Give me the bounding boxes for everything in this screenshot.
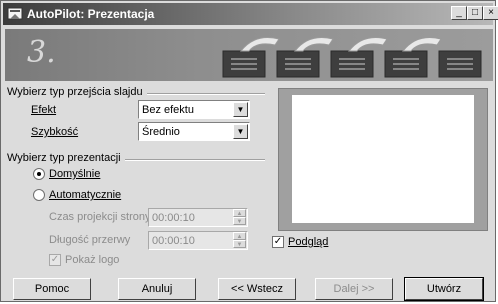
preview-pane: [278, 88, 488, 231]
auto-radio-label[interactable]: Automatycznie: [49, 189, 121, 201]
chevron-down-icon[interactable]: ▼: [233, 124, 248, 139]
show-logo-label: Pokaż logo: [65, 254, 120, 266]
close-button[interactable]: ×: [483, 6, 498, 20]
default-radio[interactable]: [33, 168, 45, 180]
presentation-section-title: Wybierz typ prezentacji: [7, 152, 125, 164]
page-time-label: Czas projekcji strony: [49, 211, 151, 223]
speed-value: Średnio: [142, 126, 180, 138]
preview-label[interactable]: Podgląd: [288, 236, 328, 248]
help-button[interactable]: Pomoc: [13, 278, 91, 300]
pause-spinner[interactable]: 00:00:10 ▲ ▼: [148, 231, 248, 250]
page-time-spinner[interactable]: 00:00:10 ▲ ▼: [148, 208, 248, 227]
effect-dropdown[interactable]: Bez efektu ▼: [138, 100, 250, 119]
next-button[interactable]: Dalej >>: [315, 278, 393, 300]
autopilot-dialog: AutoPilot: Prezentacja _ □ × 3. Wybierz …: [0, 0, 498, 302]
effect-value: Bez efektu: [142, 104, 194, 116]
preview-slide: [292, 95, 474, 223]
spin-up-icon[interactable]: ▲: [233, 209, 246, 217]
spin-up-icon[interactable]: ▲: [233, 232, 246, 240]
pause-value: 00:00:10: [152, 235, 195, 247]
default-radio-label[interactable]: Domyślnie: [49, 168, 100, 180]
auto-radio[interactable]: [33, 189, 45, 201]
maximize-button[interactable]: □: [467, 6, 483, 20]
autopilot-app-icon: [7, 7, 23, 20]
show-logo-checkbox[interactable]: ✓: [49, 254, 61, 266]
spin-down-icon[interactable]: ▼: [233, 217, 246, 225]
speed-label: Szybkość: [31, 126, 79, 138]
title-bar[interactable]: AutoPilot: Prezentacja _ □ ×: [3, 3, 498, 25]
page-time-value: 00:00:10: [152, 212, 195, 224]
pause-label: Długość przerwy: [49, 234, 131, 246]
preview-checkbox[interactable]: ✓: [272, 236, 284, 248]
minimize-button[interactable]: _: [451, 6, 467, 20]
radio-selected-dot: [37, 172, 41, 176]
transition-section-title: Wybierz typ przejścia slajdu: [7, 86, 147, 98]
back-button[interactable]: << Wstecz: [218, 278, 296, 300]
spin-down-icon[interactable]: ▼: [233, 240, 246, 248]
speed-dropdown[interactable]: Średnio ▼: [138, 122, 250, 141]
create-button[interactable]: Utwórz: [404, 277, 484, 301]
effect-label: Efekt: [31, 104, 57, 116]
cancel-button[interactable]: Anuluj: [118, 278, 196, 300]
window-title: AutoPilot: Prezentacja: [27, 7, 155, 21]
chevron-down-icon[interactable]: ▼: [233, 102, 248, 117]
slides-transition-graphic: [222, 37, 482, 78]
wizard-banner: 3.: [5, 29, 493, 81]
